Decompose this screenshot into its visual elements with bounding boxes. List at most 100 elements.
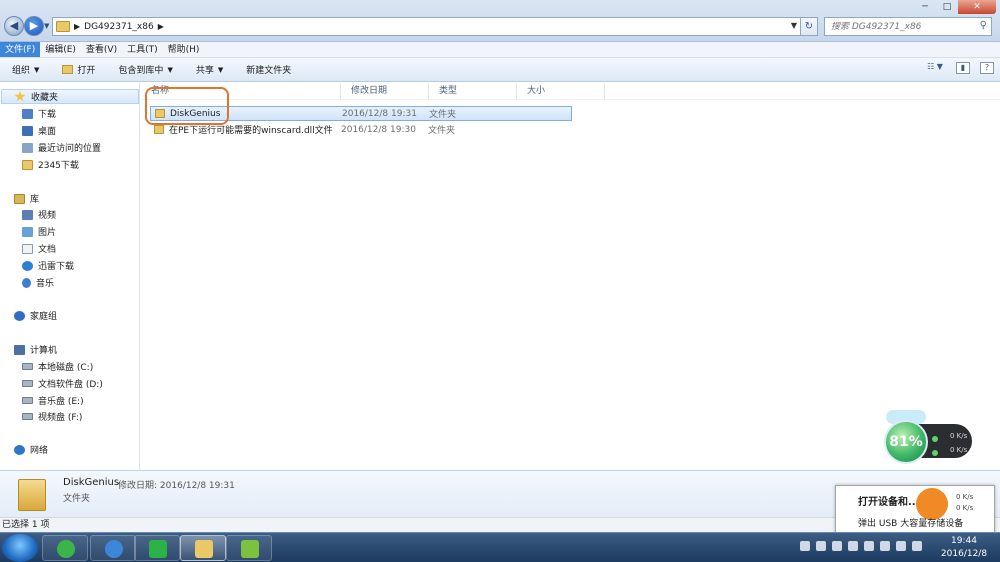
memory-usage-ball[interactable]: 81% [884, 420, 928, 464]
new-folder-button[interactable]: 新建文件夹 [234, 63, 302, 76]
nav-label: 最近访问的位置 [38, 144, 102, 154]
nav-2345-downloads[interactable]: 2345下载 [0, 157, 140, 172]
change-view-icon[interactable]: ☷ ▼ [924, 62, 946, 74]
clock-time: 19:44 [951, 536, 977, 546]
view-controls: ☷ ▼ ▮ ? [924, 62, 994, 74]
maximize-button[interactable]: □ [936, 0, 958, 14]
column-type[interactable]: 类型 [429, 83, 517, 99]
nav-recent[interactable]: 最近访问的位置 [0, 140, 140, 155]
nav-music[interactable]: 音乐 [0, 275, 140, 290]
taskbar-explorer[interactable] [180, 535, 226, 561]
picture-icon [22, 226, 33, 237]
details-modified: 修改日期: 2016/12/8 19:31 [118, 478, 235, 491]
taskbar-app[interactable] [226, 535, 272, 561]
search-icon[interactable]: ⚲ [980, 20, 987, 31]
nav-network[interactable]: 网络 [0, 442, 140, 457]
menu-file[interactable]: 文件(F) [0, 42, 41, 57]
taskbar-media-player[interactable] [42, 535, 88, 561]
network-tray-icon[interactable] [880, 541, 890, 551]
tray-icon[interactable] [832, 541, 842, 551]
organize-button[interactable]: 组织 ▼ [0, 63, 50, 77]
close-button[interactable]: ✕ [958, 0, 996, 14]
tray-icon[interactable] [912, 541, 922, 551]
open-label: 打开 [77, 66, 96, 76]
popup-eject-usb[interactable]: 弹出 USB 大容量存储设备 [858, 516, 963, 529]
nav-pictures[interactable]: 图片 [0, 224, 140, 239]
preview-pane-icon[interactable]: ▮ [956, 62, 970, 74]
nav-favorites[interactable]: 收藏夹 [1, 89, 139, 104]
notification-popup[interactable]: 打开设备和... 0 K/s 0 K/s 弹出 USB 大容量存储设备 [835, 485, 995, 533]
network-speed-widget[interactable]: 0 K/s 0 K/s 81% [884, 410, 976, 466]
menu-tools[interactable]: 工具(T) [122, 42, 163, 57]
status-dot-icon [932, 436, 938, 442]
tray-icon[interactable] [848, 541, 858, 551]
upload-speed: 0 K/s [950, 432, 968, 440]
recent-pages-dropdown[interactable]: ▼ [44, 22, 49, 30]
taskbar-iqiyi[interactable] [134, 535, 180, 561]
nav-xunlei-downloads[interactable]: 迅雷下载 [0, 258, 140, 273]
nav-homegroup[interactable]: 家庭组 [0, 308, 140, 323]
nav-documents[interactable]: 文档 [0, 241, 140, 256]
details-modified-label: 修改日期: [118, 481, 158, 491]
share-button[interactable]: 共享 ▼ [184, 63, 234, 77]
details-name: DiskGenius [63, 477, 120, 488]
nav-label: 音乐盘 (E:) [38, 397, 84, 407]
homegroup-icon [14, 310, 25, 321]
nav-label: 迅雷下载 [38, 262, 75, 272]
library-icon [14, 193, 25, 204]
nav-label: 视频 [38, 211, 57, 221]
star-icon [14, 90, 26, 102]
nav-label: 桌面 [38, 127, 57, 137]
nav-drive-f[interactable]: 视频盘 (F:) [0, 409, 140, 424]
column-date[interactable]: 修改日期 [341, 83, 429, 99]
popup-title[interactable]: 打开设备和... [858, 493, 919, 508]
recent-places-icon [22, 142, 33, 153]
search-input[interactable] [831, 21, 971, 32]
start-button[interactable] [2, 534, 38, 562]
chevron-down-icon: ▼ [167, 65, 173, 74]
refresh-button[interactable]: ↻ [800, 17, 818, 36]
popup-rate-down: 0 K/s [956, 504, 974, 512]
menu-view[interactable]: 查看(V) [81, 42, 122, 57]
taskbar-browser[interactable] [90, 535, 136, 561]
forward-button[interactable]: ▶ [24, 16, 44, 36]
details-type: 文件夹 [63, 494, 91, 504]
nav-videos[interactable]: 视频 [0, 207, 140, 222]
menu-help[interactable]: 帮助(H) [163, 42, 205, 57]
volume-tray-icon[interactable] [896, 541, 906, 551]
minimize-button[interactable]: ─ [914, 0, 936, 14]
file-type: 文件夹 [428, 126, 456, 136]
breadcrumb-arrow-icon[interactable]: ▶ [158, 22, 164, 31]
nav-libraries[interactable]: 库 [0, 191, 140, 206]
include-in-library-button[interactable]: 包含到库中 ▼ [106, 63, 183, 77]
nav-drive-e[interactable]: 音乐盘 (E:) [0, 393, 140, 408]
drive-icon [22, 380, 33, 387]
address-field[interactable]: ▶ DG492371_x86 ▶ ▼ [52, 17, 814, 36]
folder-icon [56, 21, 70, 32]
nav-desktop[interactable]: 桌面 [0, 123, 140, 138]
back-button[interactable]: ◀ [4, 16, 24, 36]
tray-icon[interactable] [816, 541, 826, 551]
nav-drive-c[interactable]: 本地磁盘 (C:) [0, 359, 140, 374]
clock[interactable]: 19:44 2016/12/8 [932, 535, 996, 561]
file-list: 名称 修改日期 类型 大小 DiskGenius 2016/12/8 19:31… [141, 83, 1000, 470]
search-box[interactable]: ⚲ [824, 17, 992, 36]
status-dot-icon [932, 450, 938, 456]
help-icon[interactable]: ? [980, 62, 994, 74]
menu-edit[interactable]: 编辑(E) [40, 42, 81, 57]
tray-icon[interactable] [800, 541, 810, 551]
address-dropdown-icon[interactable]: ▼ [791, 21, 797, 30]
file-date: 2016/12/8 19:31 [342, 108, 417, 119]
nav-downloads[interactable]: 下载 [0, 106, 140, 121]
download-icon [22, 108, 33, 119]
nav-computer[interactable]: 计算机 [0, 342, 140, 357]
nav-label: 音乐 [36, 279, 55, 289]
column-size[interactable]: 大小 [517, 83, 605, 99]
nav-drive-d[interactable]: 文档软件盘 (D:) [0, 376, 140, 391]
tray-icon[interactable] [864, 541, 874, 551]
app-icon [241, 540, 259, 558]
breadcrumb-arrow-icon[interactable]: ▶ [74, 22, 80, 31]
open-button[interactable]: 打开 [50, 63, 106, 76]
breadcrumb-current[interactable]: DG492371_x86 [84, 22, 154, 32]
drive-icon [22, 397, 33, 404]
